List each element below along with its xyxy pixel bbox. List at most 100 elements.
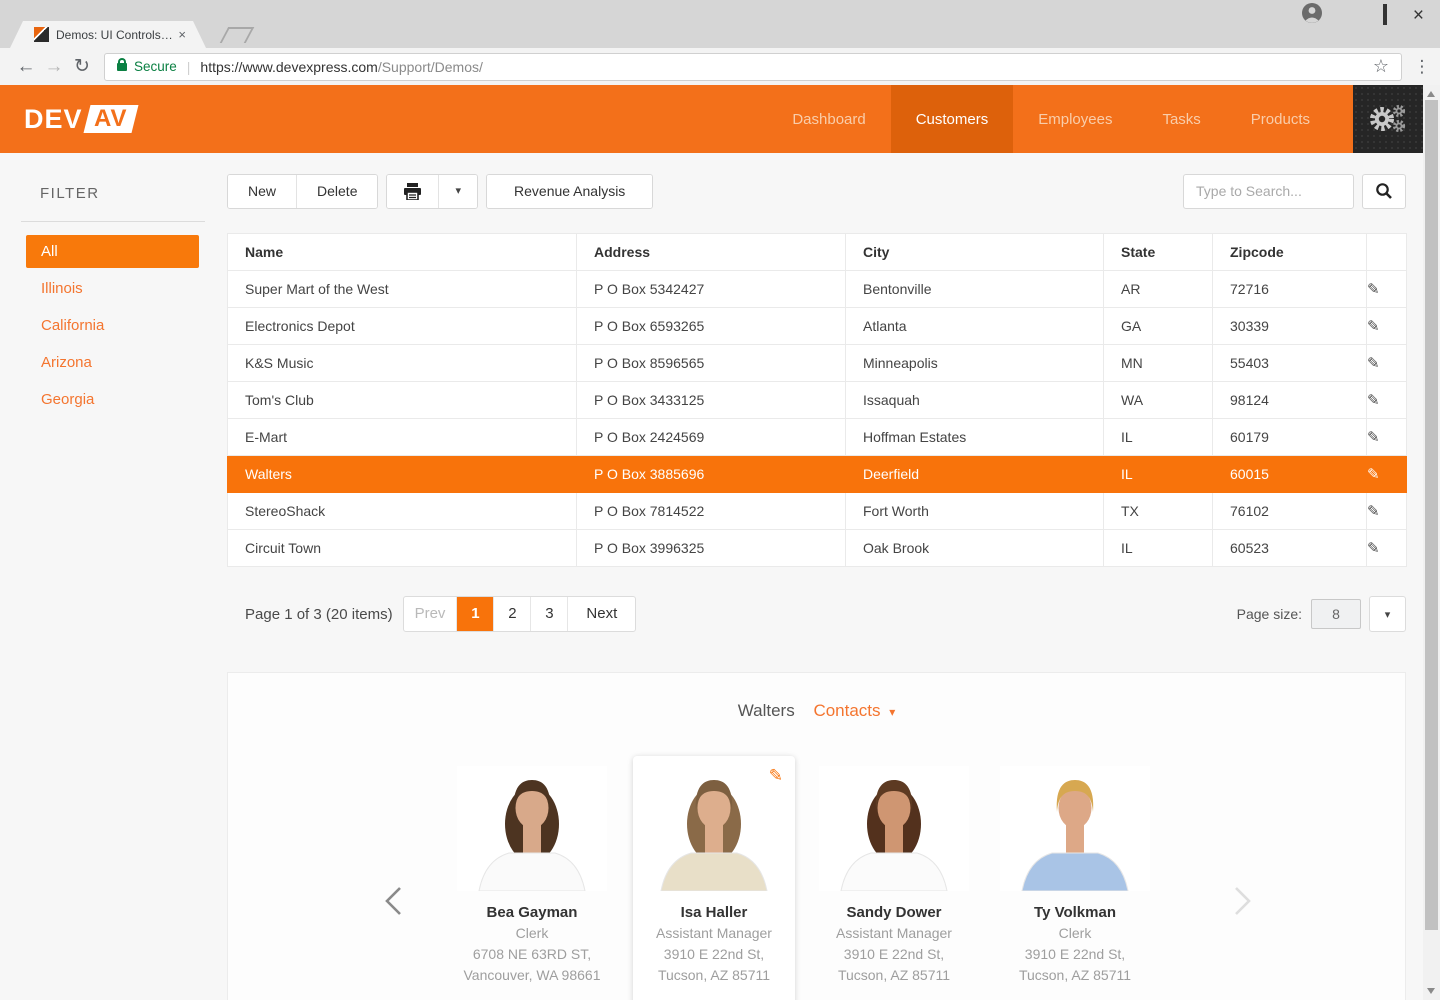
edit-row-icon[interactable]: ✎ (1367, 466, 1380, 483)
pager-page-2[interactable]: 2 (493, 597, 530, 631)
detail-customer-name: Walters (738, 701, 795, 720)
logo-av-box: AV (83, 105, 138, 133)
new-tab-button[interactable] (220, 27, 255, 43)
contact-address1: 6708 NE 63RD ST, (447, 944, 617, 965)
print-options-button[interactable]: ▾ (438, 175, 477, 208)
url-bar[interactable]: Secure | https://www.devexpress.com /Sup… (104, 53, 1402, 81)
table-header-row: Name Address City State Zipcode (228, 234, 1407, 271)
filter-item-all[interactable]: All (26, 235, 199, 268)
page-scrollbar[interactable] (1423, 85, 1440, 1000)
edit-row-icon[interactable]: ✎ (1367, 540, 1380, 557)
detail-view-selector[interactable]: Contacts (813, 701, 880, 720)
col-header-zipcode[interactable]: Zipcode (1213, 234, 1367, 271)
scroll-down-icon[interactable] (1427, 988, 1435, 994)
browser-tab[interactable]: Demos: UI Controls and F × (10, 21, 206, 48)
nav-item-products[interactable]: Products (1226, 85, 1335, 153)
edit-row-icon[interactable]: ✎ (1367, 503, 1380, 520)
scrollbar-thumb[interactable] (1425, 100, 1438, 930)
filter-divider (21, 221, 205, 222)
search-icon (1375, 182, 1393, 200)
carousel-prev-icon[interactable] (380, 885, 406, 917)
maximize-button[interactable] (1383, 6, 1387, 24)
tab-close-icon[interactable]: × (178, 27, 186, 42)
col-header-name[interactable]: Name (228, 234, 577, 271)
col-header-state[interactable]: State (1104, 234, 1213, 271)
revenue-analysis-button[interactable]: Revenue Analysis (487, 175, 652, 208)
table-row[interactable]: StereoShackP O Box 7814522 Fort WorthTX … (228, 493, 1407, 530)
table-row[interactable]: E-MartP O Box 2424569 Hoffman EstatesIL … (228, 419, 1407, 456)
pager-prev[interactable]: Prev (404, 597, 457, 631)
pager-next[interactable]: Next (567, 597, 635, 631)
page-size-value: 8 (1311, 599, 1361, 629)
contact-card-selected[interactable]: ✎ Isa Haller Assistant Manager 3910 E 22… (633, 756, 795, 1000)
col-header-address[interactable]: Address (577, 234, 846, 271)
filter-item-arizona[interactable]: Arizona (0, 344, 227, 381)
contact-photo (1000, 766, 1150, 891)
refresh-icon[interactable]: ↻ (68, 55, 96, 78)
contact-role: Assistant Manager (809, 923, 979, 944)
contact-address2: Vancouver, WA 98661 (447, 965, 617, 986)
edit-row-icon[interactable]: ✎ (1367, 355, 1380, 372)
pager-page-1[interactable]: 1 (456, 597, 493, 631)
devexpress-favicon (34, 27, 49, 42)
pager-page-3[interactable]: 3 (530, 597, 567, 631)
table-row[interactable]: Tom's ClubP O Box 3433125 IssaquahWA 981… (228, 382, 1407, 419)
contact-address2: Tucson, AZ 85711 (990, 965, 1160, 986)
table-row[interactable]: Circuit TownP O Box 3996325 Oak BrookIL … (228, 530, 1407, 567)
url-separator: | (187, 59, 191, 75)
caret-down-icon: ▾ (455, 175, 461, 208)
search-button[interactable] (1362, 174, 1406, 209)
browser-toolbar: ← → ↻ Secure | https://www.devexpress.co… (0, 48, 1440, 85)
filter-item-georgia[interactable]: Georgia (0, 381, 227, 418)
bookmark-star-icon[interactable]: ☆ (1373, 56, 1389, 77)
contact-role: Clerk (990, 923, 1160, 944)
new-button[interactable]: New (228, 175, 296, 208)
nav-item-customers[interactable]: Customers (891, 85, 1014, 153)
contact-role: Assistant Manager (633, 923, 795, 944)
forward-icon[interactable]: → (40, 56, 68, 78)
table-row[interactable]: Electronics DepotP O Box 6593265 Atlanta… (228, 308, 1407, 345)
printer-icon (403, 183, 422, 200)
url-host: https://www.devexpress.com (200, 59, 377, 75)
settings-button[interactable] (1353, 85, 1423, 153)
col-header-city[interactable]: City (846, 234, 1104, 271)
table-row[interactable]: K&S MusicP O Box 8596565 MinneapolisMN 5… (228, 345, 1407, 382)
devav-logo: DEV AV (24, 85, 134, 153)
contact-card[interactable]: Bea Gayman Clerk 6708 NE 63RD ST, Vancou… (447, 766, 617, 986)
print-button[interactable] (387, 175, 438, 208)
app-navbar: DEV AV Dashboard Customers Employees Tas… (0, 85, 1423, 153)
contact-photo (819, 766, 969, 891)
contact-photo (457, 766, 607, 891)
nav-item-dashboard[interactable]: Dashboard (767, 85, 890, 153)
scroll-up-icon[interactable] (1427, 91, 1435, 97)
gears-icon (1366, 101, 1410, 137)
delete-button[interactable]: Delete (296, 175, 377, 208)
table-row-selected[interactable]: WaltersP O Box 3885696 DeerfieldIL 60015… (228, 456, 1407, 493)
nav-item-tasks[interactable]: Tasks (1137, 85, 1225, 153)
table-row[interactable]: Super Mart of the WestP O Box 5342427 Be… (228, 271, 1407, 308)
edit-row-icon[interactable]: ✎ (1367, 318, 1380, 335)
filter-item-illinois[interactable]: Illinois (0, 270, 227, 307)
profile-icon[interactable] (1301, 2, 1323, 29)
edit-contact-icon[interactable]: ✎ (769, 766, 783, 786)
contact-card[interactable]: Sandy Dower Assistant Manager 3910 E 22n… (809, 766, 979, 986)
carousel-next-icon[interactable] (1230, 885, 1256, 917)
page-size-label: Page size: (1237, 606, 1302, 622)
contact-card[interactable]: Ty Volkman Clerk 3910 E 22nd St, Tucson,… (990, 766, 1160, 986)
filter-item-california[interactable]: California (0, 307, 227, 344)
browser-titlebar: Demos: UI Controls and F × × (0, 0, 1440, 48)
edit-row-icon[interactable]: ✎ (1367, 281, 1380, 298)
contact-name: Isa Haller (633, 902, 795, 923)
nav-item-employees[interactable]: Employees (1013, 85, 1137, 153)
window-close-button[interactable]: × (1413, 6, 1424, 25)
search-input[interactable] (1183, 174, 1354, 209)
contact-name: Ty Volkman (990, 902, 1160, 923)
back-icon[interactable]: ← (12, 56, 40, 78)
edit-row-icon[interactable]: ✎ (1367, 392, 1380, 409)
browser-menu-icon[interactable]: ⋮ (1410, 57, 1434, 77)
contact-address1: 3910 E 22nd St, (990, 944, 1160, 965)
page-size-dropdown[interactable]: ▾ (1369, 596, 1406, 632)
edit-row-icon[interactable]: ✎ (1367, 429, 1380, 446)
caret-down-icon[interactable]: ▾ (889, 705, 895, 719)
pager-summary: Page 1 of 3 (20 items) (245, 606, 393, 623)
